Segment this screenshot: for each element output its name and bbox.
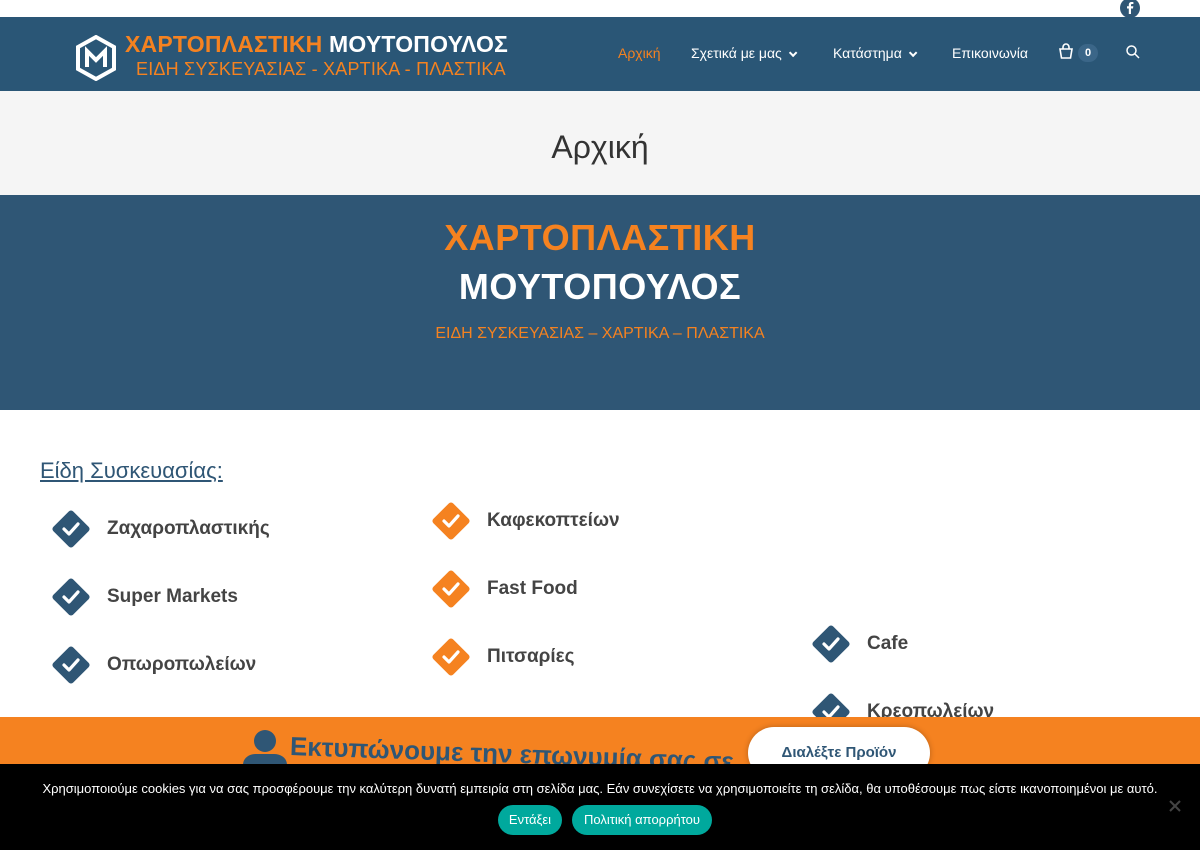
- check-diamond-icon: [812, 625, 850, 663]
- cookie-notice: Χρησιμοποιούμε cookies για να σας προσφέ…: [0, 764, 1200, 850]
- list-item-label: Cafe: [867, 633, 909, 654]
- list-item-label: Οπωροπωλείων: [107, 654, 257, 675]
- list-item-label: Fast Food: [487, 578, 578, 599]
- search-icon[interactable]: [1126, 45, 1140, 59]
- top-bar: [0, 0, 1200, 18]
- brand-name[interactable]: ΧΑΡΤΟΠΛΑΣΤΙΚΗ ΜΟΥΤΟΠΟΥΛΟΣ: [125, 31, 508, 58]
- nav-shop-label: Κατάστημα: [833, 45, 902, 61]
- check-diamond-icon: [432, 570, 470, 608]
- list-item-label: Ζαχαροπλαστικής: [107, 518, 270, 539]
- section-title: Είδη Συσκευασίας:: [40, 458, 223, 483]
- check-diamond-icon: [52, 646, 90, 684]
- logo-icon[interactable]: [76, 35, 116, 81]
- page-title: Αρχική: [551, 129, 649, 165]
- brand-tagline: ΕΙΔΗ ΣΥΣΚΕΥΑΣΙΑΣ - ΧΑΡΤΙΚΑ - ΠΛΑΣΤΙΚΑ: [136, 59, 506, 79]
- cookie-accept-button[interactable]: Εντάξει: [498, 805, 562, 835]
- list-item-label: Super Markets: [107, 586, 238, 607]
- brand-name-orange: ΧΑΡΤΟΠΛΑΣΤΙΚΗ: [125, 31, 323, 57]
- check-diamond-icon: [52, 578, 90, 616]
- cookie-text: Χρησιμοποιούμε cookies για να σας προσφέ…: [42, 781, 1158, 796]
- site-header: ΧΑΡΤΟΠΛΑΣΤΙΚΗ ΜΟΥΤΟΠΟΥΛΟΣ ΕΙΔΗ ΣΥΣΚΕΥΑΣΙ…: [0, 17, 1200, 91]
- nav-shop[interactable]: Κατάστημα: [833, 45, 918, 61]
- list-item-label: Καφεκοπτείων: [487, 510, 620, 531]
- chevron-down-icon: [788, 48, 798, 58]
- nav-about[interactable]: Σχετικά με μας: [691, 45, 798, 61]
- chevron-down-icon: [908, 48, 918, 58]
- check-diamond-icon: [432, 502, 470, 540]
- brand-name-white: ΜΟΥΤΟΠΟΥΛΟΣ: [329, 31, 509, 57]
- check-diamond-icon: [52, 510, 90, 548]
- nav-contact[interactable]: Επικοινωνία: [952, 45, 1028, 61]
- cart-count-badge[interactable]: 0: [1078, 44, 1098, 62]
- nav-home[interactable]: Αρχική: [618, 45, 661, 61]
- facebook-icon[interactable]: [1120, 0, 1140, 18]
- nav-about-label: Σχετικά με μας: [691, 45, 782, 61]
- hero-subtitle: ΕΙΔΗ ΣΥΣΚΕΥΑΣΙΑΣ – ΧΑΡΤΙΚΑ – ΠΛΑΣΤΙΚΑ: [435, 325, 765, 342]
- hero-title-line2: ΜΟΥΤΟΠΟΥΛΟΣ: [458, 266, 742, 307]
- cart-icon[interactable]: [1058, 43, 1074, 59]
- close-icon[interactable]: [1167, 798, 1183, 814]
- page-title-bar: Αρχική: [0, 91, 1200, 195]
- list-item-label: Πιτσαρίες: [487, 646, 575, 667]
- privacy-policy-button[interactable]: Πολιτική απορρήτου: [572, 805, 712, 835]
- hero-title-line1: ΧΑΡΤΟΠΛΑΣΤΙΚΗ: [444, 217, 756, 258]
- check-diamond-icon: [432, 638, 470, 676]
- hero-banner: ΧΑΡΤΟΠΛΑΣΤΙΚΗ ΜΟΥΤΟΠΟΥΛΟΣ ΕΙΔΗ ΣΥΣΚΕΥΑΣΙ…: [0, 195, 1200, 410]
